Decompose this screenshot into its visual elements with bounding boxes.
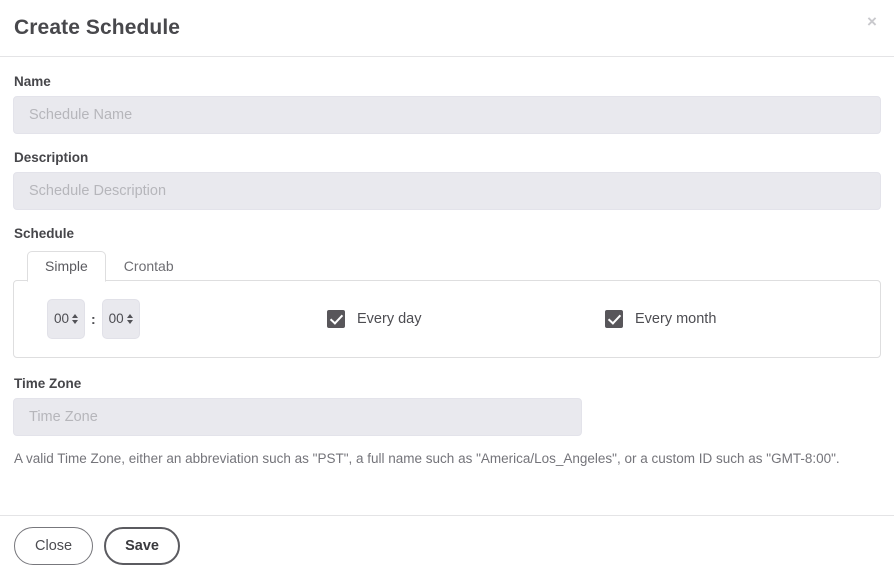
time-zone-input[interactable] bbox=[13, 398, 582, 436]
tab-simple[interactable]: Simple bbox=[27, 251, 106, 282]
hour-value: 00 bbox=[53, 311, 70, 327]
close-button[interactable]: Close bbox=[14, 526, 94, 566]
time-separator: : bbox=[91, 311, 96, 327]
description-input[interactable] bbox=[13, 172, 881, 210]
every-day-checkbox-row[interactable]: Every day bbox=[327, 310, 605, 328]
schedule-field-group: Schedule Simple Crontab 00 : 00 Every da… bbox=[13, 226, 881, 358]
name-field-group: Name bbox=[13, 74, 881, 134]
every-month-checkbox[interactable] bbox=[605, 310, 623, 328]
name-label: Name bbox=[14, 74, 51, 89]
time-row: 00 : 00 bbox=[47, 299, 327, 339]
close-icon[interactable]: × bbox=[863, 13, 881, 31]
name-input[interactable] bbox=[13, 96, 881, 134]
time-zone-field-group: Time Zone A valid Time Zone, either an a… bbox=[13, 376, 881, 468]
schedule-simple-panel: 00 : 00 Every day Every month bbox=[13, 280, 881, 358]
minute-spinner-arrows-icon[interactable] bbox=[126, 314, 133, 324]
page-title: Create Schedule bbox=[14, 16, 181, 39]
every-day-label: Every day bbox=[357, 311, 422, 327]
dialog-header: Create Schedule × bbox=[0, 0, 894, 57]
description-label: Description bbox=[14, 150, 89, 165]
dialog-footer: Close Save bbox=[0, 515, 894, 576]
create-schedule-dialog: Create Schedule × Name Description Sched… bbox=[0, 0, 894, 576]
time-zone-help-text: A valid Time Zone, either an abbreviatio… bbox=[14, 451, 840, 466]
schedule-tab-strip: Simple Crontab bbox=[13, 248, 881, 282]
hour-spinner-arrows-icon[interactable] bbox=[72, 314, 79, 324]
minute-value: 00 bbox=[108, 311, 124, 327]
hour-stepper[interactable]: 00 bbox=[47, 299, 85, 339]
every-day-checkbox[interactable] bbox=[327, 310, 345, 328]
description-field-group: Description bbox=[13, 150, 881, 210]
schedule-label: Schedule bbox=[14, 226, 75, 241]
save-button[interactable]: Save bbox=[104, 526, 180, 566]
every-month-label: Every month bbox=[635, 311, 717, 327]
tab-crontab[interactable]: Crontab bbox=[106, 251, 192, 282]
minute-stepper[interactable]: 00 bbox=[101, 299, 140, 339]
dialog-body: Name Description Schedule Simple Crontab… bbox=[0, 57, 894, 515]
every-month-checkbox-row[interactable]: Every month bbox=[605, 310, 716, 328]
time-zone-label: Time Zone bbox=[14, 376, 82, 391]
